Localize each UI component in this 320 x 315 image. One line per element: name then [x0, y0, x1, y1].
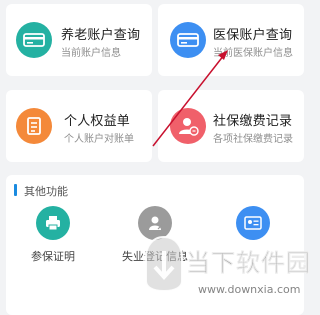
watermark-brand: 当下软件园: [186, 249, 311, 278]
watermark: 当下软件园 www.downxia.com: [140, 235, 310, 310]
watermark-url: www.downxia.com: [198, 283, 301, 296]
watermark-logo-icon: [145, 235, 183, 293]
